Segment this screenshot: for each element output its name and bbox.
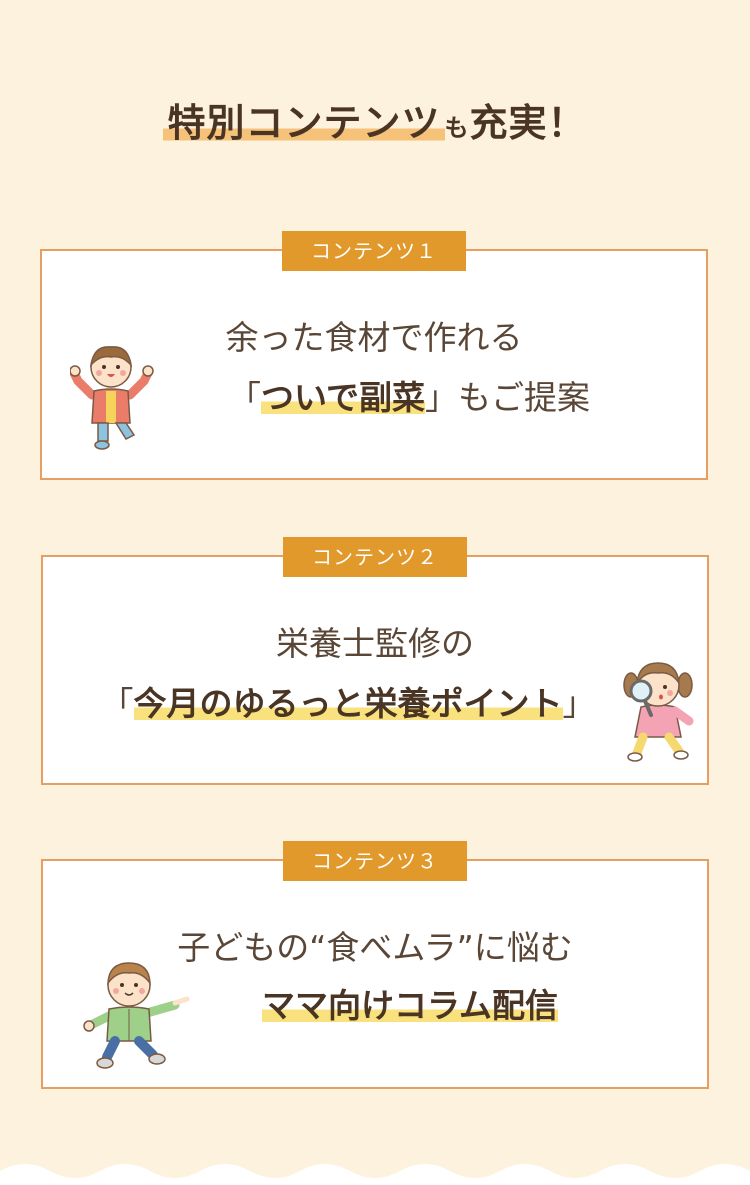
content-card-3: コンテンツ３ 子どもの“食べムラ”に悩む ママ向けコラム配信 <box>41 841 709 1089</box>
bracket-close: 」 <box>425 378 458 417</box>
wave-divider <box>0 1164 750 1185</box>
boy-pointing-icon <box>83 962 190 1069</box>
bracket-open: 「 <box>100 684 134 723</box>
content-badge-2: コンテンツ２ <box>283 537 467 577</box>
title-particle: も <box>444 114 470 142</box>
bracket-close: 」 <box>562 684 596 723</box>
content-card-1: コンテンツ１ 余った食材で作れる 「ついで副菜」もご提案 <box>40 231 708 480</box>
highlight-mama-column: ママ向けコラム配信 <box>261 986 558 1025</box>
page-title: 特別コンテンツ も充実！ <box>0 92 750 147</box>
bracket-open: 「 <box>227 378 261 417</box>
highlight-side-dish: ついで副菜 <box>260 378 425 417</box>
card-2-line-2: 「今月のゆるっと栄養ポイント」 <box>43 677 707 725</box>
card-1-suffix: もご提案 <box>458 378 590 417</box>
content-card-2: コンテンツ２ 栄養士監修の 「今月のゆるっと栄養ポイント」 <box>41 537 709 785</box>
title-main: 特別コンテンツ <box>163 101 445 145</box>
content-badge-1: コンテンツ１ <box>282 231 466 271</box>
title-end: 充実！ <box>469 101 587 145</box>
card-2-line-1: 栄養士監修の <box>276 624 474 663</box>
girl-magnifying-glass-icon <box>623 662 694 762</box>
content-badge-3: コンテンツ３ <box>283 841 467 881</box>
highlight-nutrition-point: 今月のゆるっと栄養ポイント <box>133 684 563 723</box>
boy-arms-raised-icon <box>70 346 154 450</box>
